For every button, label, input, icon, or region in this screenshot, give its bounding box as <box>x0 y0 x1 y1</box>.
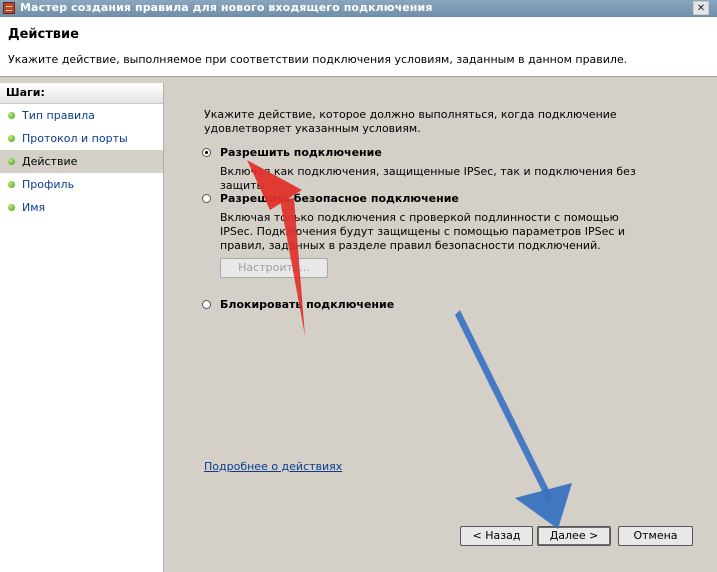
page-description: Укажите действие, выполняемое при соотве… <box>8 53 628 66</box>
configure-button[interactable]: Настроить... <box>220 258 328 278</box>
sidebar-item-protocol-ports[interactable]: Протокол и порты <box>0 127 163 150</box>
allow-secure-option-label[interactable]: Разрешить безопасное подключение <box>220 192 459 205</box>
allow-secure-option-description: Включая только подключения с проверкой п… <box>220 211 626 252</box>
step-bullet-icon <box>8 181 15 188</box>
sidebar-item-profile[interactable]: Профиль <box>0 173 163 196</box>
next-button[interactable]: Далее > <box>537 526 611 546</box>
allow-secure-radio[interactable] <box>202 194 211 203</box>
allow-option-label[interactable]: Разрешить подключение <box>220 146 382 159</box>
allow-radio[interactable] <box>202 148 211 157</box>
block-option-label[interactable]: Блокировать подключение <box>220 298 394 311</box>
step-bullet-icon <box>8 158 15 165</box>
main-panel: Укажите действие, которое должно выполня… <box>164 83 717 572</box>
allow-option-description: Включая как подключения, защищенные IPSe… <box>220 165 636 192</box>
firewall-icon <box>3 2 15 14</box>
intro-text: Укажите действие, которое должно выполня… <box>204 108 617 135</box>
step-bullet-icon <box>8 112 15 119</box>
page-title: Действие <box>8 27 79 42</box>
sidebar-item-name[interactable]: Имя <box>0 196 163 219</box>
learn-more-link[interactable]: Подробнее о действиях <box>204 460 342 473</box>
header: Действие Укажите действие, выполняемое п… <box>0 17 717 77</box>
sidebar-item-rule-type[interactable]: Тип правила <box>0 104 163 127</box>
title-bar: Мастер создания правила для нового входя… <box>0 0 717 17</box>
cancel-button[interactable]: Отмена <box>618 526 693 546</box>
back-button[interactable]: < Назад <box>460 526 533 546</box>
close-button[interactable]: ✕ <box>693 1 709 15</box>
step-bullet-icon <box>8 135 15 142</box>
step-bullet-icon <box>8 204 15 211</box>
steps-sidebar: Шаги: Тип правила Протокол и порты Дейст… <box>0 83 164 572</box>
sidebar-item-action[interactable]: Действие <box>0 150 163 173</box>
steps-title: Шаги: <box>0 83 163 104</box>
block-radio[interactable] <box>202 300 211 309</box>
window-title: Мастер создания правила для нового входя… <box>20 1 433 14</box>
